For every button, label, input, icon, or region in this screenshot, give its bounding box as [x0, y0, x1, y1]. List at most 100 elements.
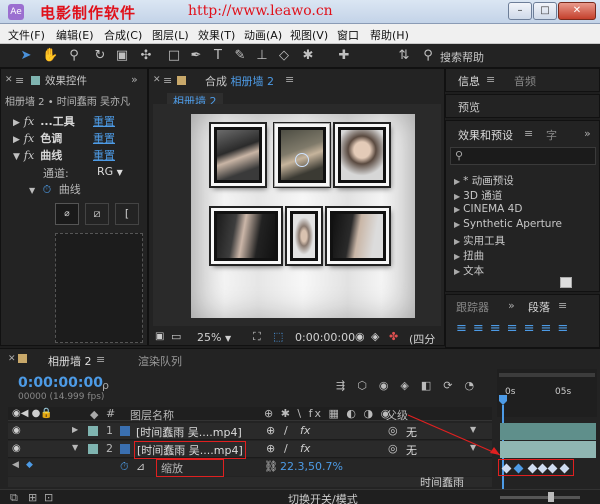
photo-frame-6[interactable] [327, 208, 389, 264]
paragraph-align-icons[interactable]: ≡≡≡≡≡≡≡ [456, 321, 574, 336]
fx-icon[interactable]: fx [24, 132, 34, 145]
layer-row-3-partial[interactable]: 时间蠢雨 [8, 477, 492, 487]
reset-link[interactable]: 重置 [93, 130, 115, 146]
panel-close-icon[interactable]: ✕ [5, 75, 13, 85]
expand-arrow-icon[interactable]: ▶ [454, 192, 460, 201]
reset-link[interactable]: 重置 [93, 147, 115, 163]
audio-tab[interactable]: 音频 [514, 73, 536, 89]
fx-icon[interactable]: fx [24, 115, 34, 128]
effect-row-tint[interactable]: ▶ fx 色调 [13, 130, 62, 145]
effect-controls-tab[interactable]: 效果控件 [45, 73, 87, 88]
panel-menu-icon[interactable]: ≡ [524, 127, 533, 140]
menu-window[interactable]: 窗口 [337, 27, 359, 43]
expand-arrow-icon[interactable]: ▶ [454, 252, 460, 261]
panel-menu-icon[interactable]: ≡ [15, 74, 24, 87]
expand-arrow-icon[interactable]: ▶ [454, 267, 460, 276]
channel-select[interactable]: RG ▼ [97, 165, 123, 178]
composition-viewport[interactable] [153, 104, 441, 326]
dropdown-arrow-icon[interactable]: ▼ [117, 168, 123, 177]
toggle-switches-modes[interactable]: 切换开关/模式 [288, 491, 358, 504]
expand-transfer-icon[interactable]: ⊡ [44, 491, 53, 504]
panel-expand-icon[interactable]: » [584, 127, 591, 140]
expand-arrow-icon[interactable]: ▶ [454, 177, 460, 186]
panel-menu-icon[interactable]: ≡ [486, 73, 495, 86]
character-tab[interactable]: 字 [546, 127, 557, 143]
selection-tool-icon[interactable]: ➤ [18, 48, 34, 64]
curve-pencil-tool-icon[interactable]: ⧄ [85, 203, 109, 225]
preset-item-distort[interactable]: ▶ 扭曲 [454, 248, 484, 263]
always-preview-icon[interactable]: ▣ [155, 331, 164, 342]
menu-help[interactable]: 帮助(H) [370, 27, 409, 43]
zoom-slider-handle[interactable] [548, 492, 554, 502]
expand-arrow-icon[interactable]: ▶ [454, 237, 460, 246]
curve-point-tool-icon[interactable]: ⌀ [55, 203, 79, 225]
rectangle-tool-icon[interactable]: □ [166, 48, 182, 64]
composition-tab[interactable]: 合成 相册墙 2 [205, 73, 274, 89]
maximize-button[interactable]: □ [533, 2, 557, 20]
pin-tool-icon[interactable]: ✚ [336, 48, 352, 64]
panel-menu-icon[interactable]: ≡ [163, 74, 172, 87]
expand-arrow-icon[interactable]: ▶ [454, 220, 460, 229]
search-icon[interactable]: ⚲ [420, 48, 436, 64]
snapshot-icon[interactable]: ◉ [355, 330, 365, 343]
tracker-tab[interactable]: 跟踪器 [456, 299, 489, 315]
panel-expand-icon[interactable]: » [131, 73, 138, 86]
photo-frame-5[interactable] [287, 208, 321, 264]
brush-tool-icon[interactable]: ✎ [232, 48, 248, 64]
photo-frame-4[interactable] [211, 208, 281, 264]
menu-layer[interactable]: 图层(L) [152, 27, 189, 43]
pan-behind-tool-icon[interactable]: ✣ [138, 48, 154, 64]
menu-composition[interactable]: 合成(C) [104, 27, 142, 43]
close-button[interactable]: ✕ [558, 2, 596, 20]
snapping-icon[interactable]: ⇅ [396, 48, 412, 64]
fx-icon[interactable]: fx [24, 149, 34, 162]
composition-canvas[interactable] [191, 114, 415, 318]
effect-row-tools[interactable]: ▶ fx ...工具 [13, 113, 75, 128]
text-tool-icon[interactable]: T [210, 48, 226, 64]
panel-menu-icon[interactable]: ≡ [285, 73, 294, 86]
photo-frame-3[interactable] [335, 124, 389, 186]
clone-tool-icon[interactable]: ⊥ [254, 48, 270, 64]
menu-animation[interactable]: 动画(A) [244, 27, 282, 43]
curve-open-icon[interactable]: [ [115, 203, 139, 225]
preset-item-animation-presets[interactable]: ▶ * 动画预设 [454, 173, 514, 188]
search-help-label[interactable]: 搜索帮助 [440, 49, 484, 65]
collapse-arrow-icon[interactable]: ▼ [29, 186, 35, 195]
zoom-tool-icon[interactable]: ⚲ [66, 48, 82, 64]
expand-switches-icon[interactable]: ⊞ [28, 491, 37, 504]
preset-item-synthetic-aperture[interactable]: ▶ Synthetic Aperture [454, 218, 562, 230]
curve-row[interactable]: ▼ ⏱ 曲线 [29, 181, 81, 197]
show-snapshot-icon[interactable]: ◈ [371, 330, 379, 343]
camera-tool-icon[interactable]: ▣ [114, 48, 130, 64]
menu-file[interactable]: 文件(F) [8, 27, 45, 43]
anchor-point-icon[interactable] [295, 153, 309, 167]
preset-item-utility[interactable]: ▶ 实用工具 [454, 233, 505, 248]
effects-presets-tab[interactable]: 效果和预设 [458, 127, 513, 143]
info-tab[interactable]: 信息 [458, 73, 480, 89]
stopwatch-icon[interactable]: ⏱ [43, 183, 52, 196]
photo-frame-1[interactable] [211, 124, 265, 186]
dropdown-arrow-icon[interactable]: ▼ [225, 334, 231, 343]
menu-view[interactable]: 视图(V) [290, 27, 328, 43]
expand-arrow-icon[interactable]: ▶ [13, 118, 20, 128]
preset-item-text[interactable]: ▶ 文本 [454, 263, 484, 278]
monitor-icon[interactable]: ▭ [171, 330, 181, 343]
effect-row-curves[interactable]: ▼ fx 曲线 [13, 147, 62, 162]
minimize-button[interactable]: – [508, 2, 532, 20]
preview-tab[interactable]: 预览 [458, 99, 480, 115]
preset-item-3d-channel[interactable]: ▶ 3D 通道 [454, 188, 502, 203]
roto-brush-tool-icon[interactable]: ✱ [300, 48, 316, 64]
new-bin-icon[interactable] [560, 277, 572, 288]
panel-expand-icon[interactable]: » [508, 299, 515, 312]
expand-arrow-icon[interactable]: ▶ [454, 205, 460, 214]
curve-graph[interactable] [55, 233, 143, 343]
channel-icon[interactable]: ✤ [389, 330, 398, 343]
panel-menu-icon[interactable]: ≡ [558, 299, 567, 312]
expand-arrow-icon[interactable]: ▶ [13, 135, 20, 145]
comp-timecode[interactable]: 0:00:00:00 [295, 331, 355, 344]
presets-search-input[interactable]: ⚲ [450, 147, 596, 165]
fit-icon[interactable]: ⛶ [253, 330, 261, 344]
rotate-tool-icon[interactable]: ↻ [92, 48, 108, 64]
pen-tool-icon[interactable]: ✒ [188, 48, 204, 64]
reset-link[interactable]: 重置 [93, 113, 115, 129]
